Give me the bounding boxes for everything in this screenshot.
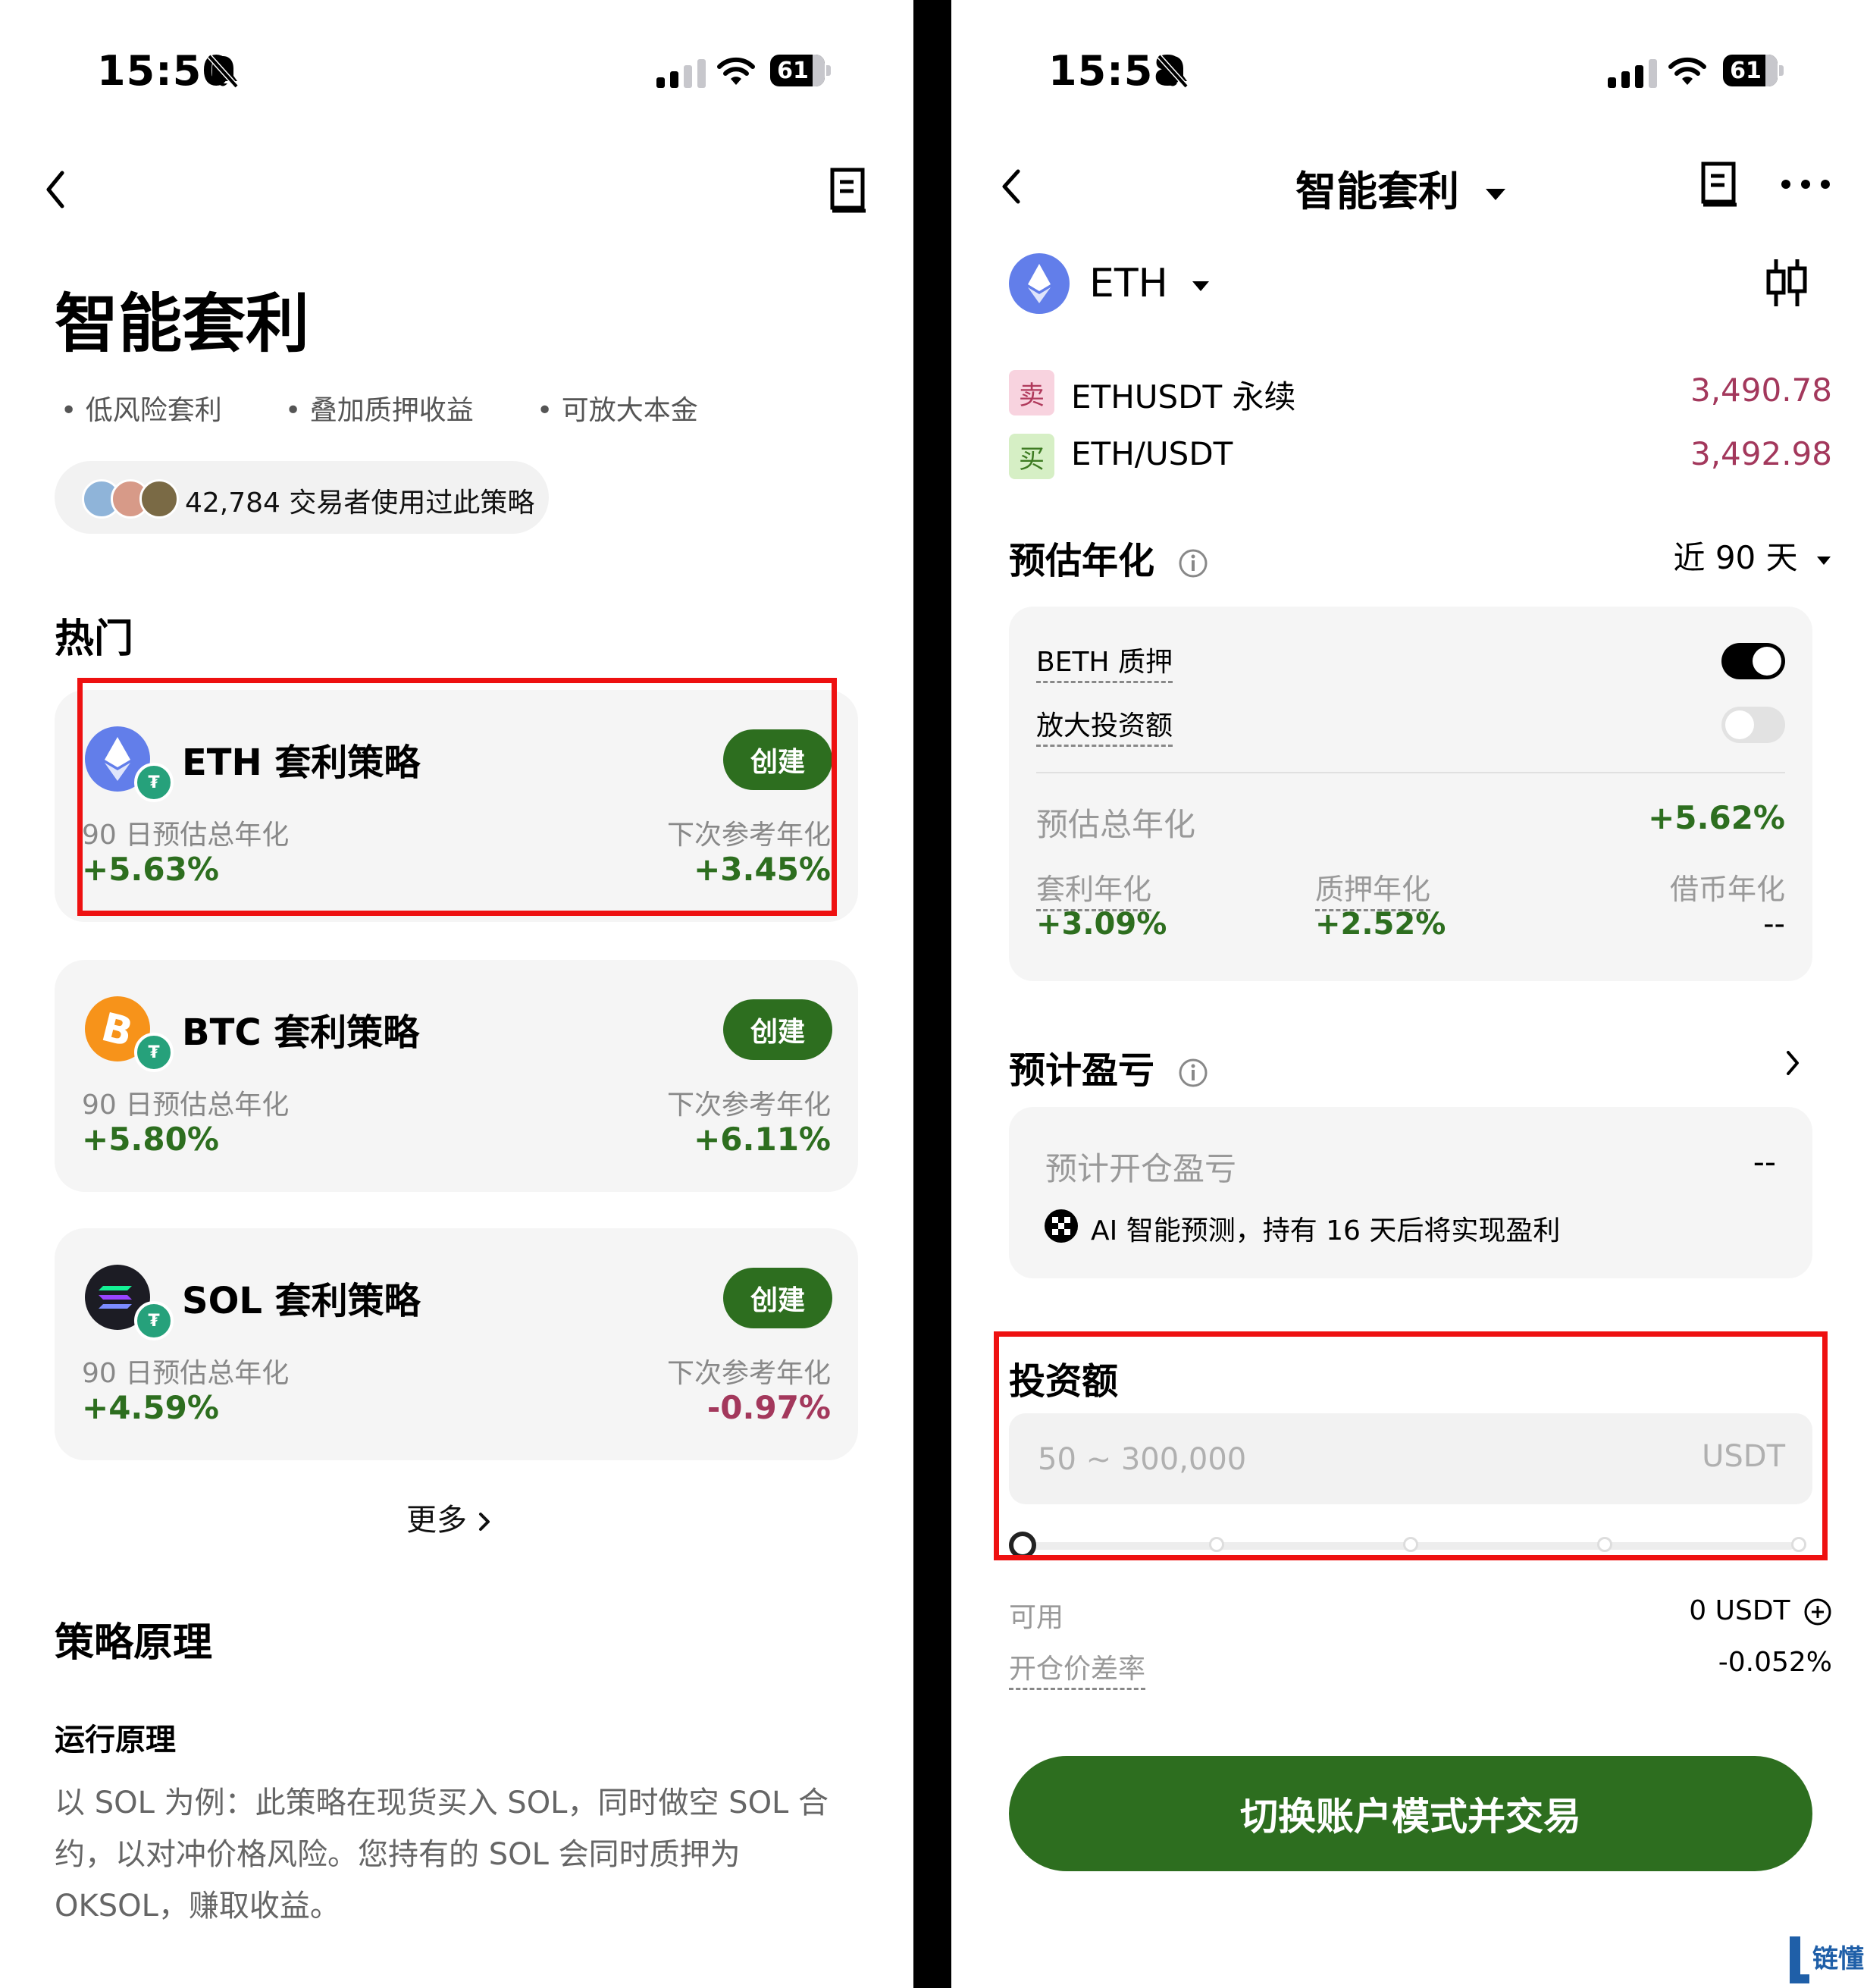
beth-stake-toggle[interactable] bbox=[1721, 643, 1785, 679]
available-label: 可用 bbox=[1009, 1602, 1064, 1633]
spread-value: -0.052% bbox=[1718, 1647, 1832, 1678]
eth-coin-icon bbox=[1009, 253, 1070, 314]
run-principle-title: 运行原理 bbox=[55, 1723, 176, 1758]
pair-name: ETHUSDT 永续 bbox=[1071, 378, 1296, 415]
next-apy-value: -0.97% bbox=[706, 1389, 831, 1426]
arb-apy-label: 套利年化 bbox=[1036, 866, 1152, 911]
hot-section-title: 热门 bbox=[55, 616, 134, 662]
header-title[interactable]: 智能套利 bbox=[1295, 158, 1507, 218]
create-button[interactable]: 创建 bbox=[723, 999, 832, 1060]
next-apy-value: +6.11% bbox=[694, 1121, 831, 1158]
apy-90d-label: 90 日预估总年化 bbox=[82, 1090, 290, 1121]
caret-down-icon bbox=[1485, 189, 1505, 201]
orders-icon[interactable] bbox=[1700, 161, 1740, 208]
caret-down-icon bbox=[1817, 556, 1831, 565]
usdt-badge-icon: ₮ bbox=[134, 1301, 174, 1340]
next-apy-label: 下次参考年化 bbox=[666, 1090, 831, 1121]
back-icon[interactable] bbox=[42, 168, 68, 211]
watermark-text: 链懂 bbox=[1812, 1944, 1864, 1974]
strategy-name: SOL 套利策略 bbox=[182, 1280, 421, 1322]
users-count-pill: 42,784 交易者使用过此策略 bbox=[55, 461, 549, 534]
pnl-panel: 预计开仓盈亏 -- AI 智能预测，持有 16 天后将实现盈利 bbox=[1009, 1107, 1812, 1278]
beth-stake-label: BETH 质押 bbox=[1036, 640, 1173, 683]
svg-text:B: B bbox=[97, 1005, 137, 1056]
signal-icon bbox=[1608, 59, 1657, 88]
total-apy-value: +5.62% bbox=[1648, 799, 1785, 836]
candlestick-chart-icon[interactable] bbox=[1764, 256, 1809, 309]
more-options-icon[interactable] bbox=[1779, 177, 1832, 191]
apy-panel: BETH 质押 放大投资额 预估总年化 +5.62% 套利年化 +3.09% 质… bbox=[1009, 607, 1812, 981]
next-apy-label: 下次参考年化 bbox=[666, 1358, 831, 1389]
open-pnl-label: 预计开仓盈亏 bbox=[1045, 1150, 1237, 1187]
back-icon[interactable] bbox=[998, 167, 1024, 206]
strategy-name: BTC 套利策略 bbox=[182, 1011, 420, 1054]
pair-price: 3,492.98 bbox=[1690, 435, 1832, 472]
stake-apy-label: 质押年化 bbox=[1315, 866, 1431, 911]
info-icon[interactable] bbox=[1178, 548, 1208, 579]
right-screen: 15:58 61 智能套利 ETH 卖 ETHUSDT 永续 3,490.78 … bbox=[951, 0, 1867, 1988]
highlight-box bbox=[77, 678, 837, 916]
stake-apy-value: +2.52% bbox=[1315, 907, 1446, 942]
sell-tag: 卖 bbox=[1009, 370, 1054, 415]
buy-tag: 买 bbox=[1009, 434, 1054, 479]
feature-bullet: • 可放大本金 bbox=[537, 395, 698, 426]
users-count-text: 42,784 交易者使用过此策略 bbox=[185, 488, 535, 519]
watermark-logo: 链懂 bbox=[1785, 1933, 1867, 1988]
create-button[interactable]: 创建 bbox=[723, 1268, 832, 1328]
pair-price: 3,490.78 bbox=[1690, 372, 1832, 409]
total-apy-label: 预估总年化 bbox=[1036, 806, 1196, 843]
chevron-right-icon[interactable] bbox=[1784, 1048, 1802, 1078]
chevron-right-icon bbox=[478, 1513, 490, 1531]
apy-90d-label: 90 日预估总年化 bbox=[82, 1358, 290, 1389]
more-link[interactable]: 更多 bbox=[406, 1495, 492, 1539]
pair-name: ETH/USDT bbox=[1071, 435, 1233, 472]
ai-prediction-text: AI 智能预测，持有 16 天后将实现盈利 bbox=[1091, 1215, 1561, 1246]
coin-selector[interactable]: ETH bbox=[1089, 261, 1211, 306]
highlight-box bbox=[994, 1331, 1828, 1560]
amplify-label: 放大投资额 bbox=[1036, 704, 1173, 747]
bell-off-icon bbox=[1157, 54, 1189, 89]
borrow-apy-value: -- bbox=[1763, 907, 1785, 942]
strategy-card-sol[interactable]: ₮ SOL 套利策略 创建 90 日预估总年化 下次参考年化 +4.59% -0… bbox=[55, 1228, 858, 1460]
feature-bullet: • 低风险套利 bbox=[61, 395, 222, 426]
page-title: 智能套利 bbox=[55, 287, 310, 361]
signal-icon bbox=[656, 59, 706, 88]
usdt-badge-icon: ₮ bbox=[134, 1033, 174, 1072]
ai-icon bbox=[1045, 1209, 1078, 1243]
switch-mode-trade-button[interactable]: 切换账户模式并交易 bbox=[1009, 1756, 1812, 1871]
divider bbox=[1036, 772, 1785, 773]
period-selector[interactable]: 近 90 天 bbox=[1673, 532, 1832, 579]
info-icon[interactable] bbox=[1178, 1058, 1208, 1088]
open-pnl-value: -- bbox=[1753, 1143, 1776, 1181]
amplify-toggle[interactable] bbox=[1721, 707, 1785, 743]
borrow-apy-label: 借币年化 bbox=[1669, 873, 1785, 906]
bell-off-icon bbox=[207, 54, 239, 89]
caret-down-icon bbox=[1192, 281, 1210, 291]
apy-90d-value: +4.59% bbox=[82, 1389, 219, 1426]
screen-divider bbox=[913, 0, 951, 1988]
wifi-icon bbox=[1668, 57, 1706, 85]
orders-icon[interactable] bbox=[829, 167, 869, 214]
strategy-card-btc[interactable]: B ₮ BTC 套利策略 创建 90 日预估总年化 下次参考年化 +5.80% … bbox=[55, 960, 858, 1192]
apy-section-title: 预估年化 bbox=[1009, 531, 1208, 584]
spread-label: 开仓价差率 bbox=[1009, 1647, 1146, 1690]
left-screen: 15:50 61 智能套利 • 低风险套利 • 叠加质押收益 • 可放大本金 4… bbox=[0, 0, 913, 1988]
arb-apy-value: +3.09% bbox=[1036, 907, 1167, 942]
avatar bbox=[139, 479, 179, 519]
pnl-section-title: 预计盈亏 bbox=[1009, 1040, 1208, 1093]
wifi-icon bbox=[717, 57, 755, 85]
add-funds-icon[interactable] bbox=[1803, 1598, 1832, 1626]
battery-icon: 61 bbox=[1723, 55, 1778, 86]
battery-icon: 61 bbox=[770, 55, 825, 86]
available-value: 0 USDT bbox=[1689, 1595, 1832, 1626]
apy-90d-value: +5.80% bbox=[82, 1121, 219, 1158]
principle-title: 策略原理 bbox=[55, 1620, 213, 1666]
feature-bullet: • 叠加质押收益 bbox=[285, 395, 474, 426]
run-principle-text: 以 SOL 为例：此策略在现货买入 SOL，同时做空 SOL 合约，以对冲价格风… bbox=[55, 1786, 829, 1924]
